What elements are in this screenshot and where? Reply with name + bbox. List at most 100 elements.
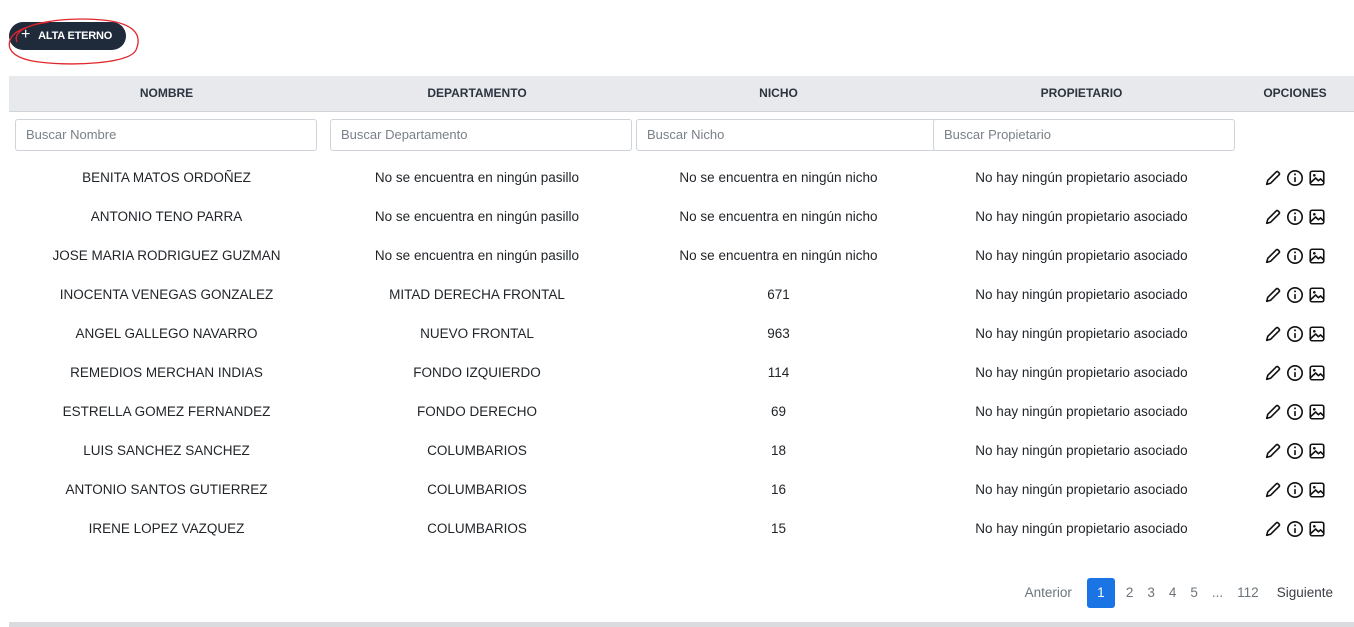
info-icon[interactable] xyxy=(1286,442,1304,460)
cell-nombre: ANGEL GALLEGO NAVARRO xyxy=(75,326,258,341)
info-icon[interactable] xyxy=(1286,247,1304,265)
plus-icon: + xyxy=(21,26,31,43)
cell-nombre: ESTRELLA GOMEZ FERNANDEZ xyxy=(62,404,271,419)
horizontal-scrollbar[interactable] xyxy=(9,622,1354,627)
pencil-icon[interactable] xyxy=(1264,520,1282,538)
cell-propietario: No hay ningún propietario asociado xyxy=(975,248,1188,263)
image-icon[interactable] xyxy=(1308,481,1326,499)
cell-nombre: ANTONIO TENO PARRA xyxy=(90,209,243,224)
cell-nombre: INOCENTA VENEGAS GONZALEZ xyxy=(59,287,274,302)
cell-nombre: JOSE MARIA RODRIGUEZ GUZMAN xyxy=(52,248,281,263)
table-row: JOSE MARIA RODRIGUEZ GUZMAN No se encuent… xyxy=(9,236,1354,275)
cell-opciones xyxy=(1236,275,1354,314)
table-row: IRENE LOPEZ VAZQUEZ COLUMBARIOS 15 No hay n… xyxy=(9,509,1354,548)
cell-nicho: 671 xyxy=(767,287,790,302)
pagination-page-3[interactable]: 3 xyxy=(1140,578,1162,608)
info-icon[interactable] xyxy=(1286,481,1304,499)
pagination-ellipsis: ... xyxy=(1211,585,1224,600)
row-actions xyxy=(1236,364,1354,382)
pagination-page-4[interactable]: 4 xyxy=(1162,578,1184,608)
pagination-page-1[interactable]: 1 xyxy=(1086,578,1115,608)
cell-departamento: MITAD DERECHA FRONTAL xyxy=(389,287,565,302)
image-icon[interactable] xyxy=(1308,286,1326,304)
image-icon[interactable] xyxy=(1308,442,1326,460)
image-icon[interactable] xyxy=(1308,169,1326,187)
info-icon[interactable] xyxy=(1286,208,1304,226)
cell-opciones xyxy=(1236,197,1354,236)
cell-opciones xyxy=(1236,392,1354,431)
cell-opciones xyxy=(1236,314,1354,353)
alta-eterno-button[interactable]: + ALTA ETERNO xyxy=(9,22,127,50)
cell-nombre: REMEDIOS MERCHAN INDIAS xyxy=(70,365,263,380)
image-icon[interactable] xyxy=(1308,247,1326,265)
row-actions xyxy=(1236,481,1354,499)
cell-nicho: 15 xyxy=(770,521,787,536)
table-row: INOCENTA VENEGAS GONZALEZ MITAD DERECHA F… xyxy=(9,275,1354,314)
column-header-nombre[interactable]: NOMBRE xyxy=(9,76,324,112)
search-nombre-input[interactable] xyxy=(15,118,317,151)
info-icon[interactable] xyxy=(1286,169,1304,187)
info-icon[interactable] xyxy=(1286,325,1304,343)
row-actions xyxy=(1236,169,1354,187)
pencil-icon[interactable] xyxy=(1264,247,1282,265)
image-icon[interactable] xyxy=(1308,325,1326,343)
cell-propietario: No hay ningún propietario asociado xyxy=(975,521,1188,536)
alta-eterno-label: ALTA ETERNO xyxy=(38,30,113,42)
cell-departamento: FONDO IZQUIERDO xyxy=(413,365,541,380)
column-header-nicho[interactable]: NICHO xyxy=(630,76,927,112)
cell-nombre: LUIS SANCHEZ SANCHEZ xyxy=(83,443,250,458)
column-header-opciones: OPCIONES xyxy=(1236,76,1354,112)
pagination-page-2[interactable]: 2 xyxy=(1119,578,1141,608)
pencil-icon[interactable] xyxy=(1264,403,1282,421)
cell-nicho: No se encuentra en ningún nicho xyxy=(679,209,878,224)
table-row: ANGEL GALLEGO NAVARRO NUEVO FRONTAL 963 No … xyxy=(9,314,1354,353)
pencil-icon[interactable] xyxy=(1264,286,1282,304)
search-nicho-input[interactable] xyxy=(636,118,938,151)
table-header-row: NOMBRE DEPARTAMENTO NICHO PROPIETARIO OP… xyxy=(9,76,1354,112)
image-icon[interactable] xyxy=(1308,208,1326,226)
image-icon[interactable] xyxy=(1308,403,1326,421)
cell-opciones xyxy=(1236,236,1354,275)
pencil-icon[interactable] xyxy=(1264,364,1282,382)
table-row: ANTONIO SANTOS GUTIERREZ COLUMBARIOS 16 No … xyxy=(9,470,1354,509)
row-actions xyxy=(1236,442,1354,460)
pagination: Anterior 1 2 3 4 5 ... 112 Siguiente xyxy=(1018,578,1340,608)
info-icon[interactable] xyxy=(1286,403,1304,421)
eternos-table: NOMBRE DEPARTAMENTO NICHO PROPIETARIO OP… xyxy=(9,76,1354,548)
row-actions xyxy=(1236,247,1354,265)
cell-propietario: No hay ningún propietario asociado xyxy=(975,209,1188,224)
search-propietario-input[interactable] xyxy=(933,118,1235,151)
filter-row xyxy=(9,111,1354,158)
cell-propietario: No hay ningún propietario asociado xyxy=(975,170,1188,185)
column-header-propietario[interactable]: PROPIETARIO xyxy=(927,76,1236,112)
cell-propietario: No hay ningún propietario asociado xyxy=(975,287,1188,302)
image-icon[interactable] xyxy=(1308,520,1326,538)
pagination-page-112[interactable]: 112 xyxy=(1230,578,1266,608)
pagination-prev[interactable]: Anterior xyxy=(1018,578,1079,608)
cell-propietario: No hay ningún propietario asociado xyxy=(975,404,1188,419)
eternos-table-container: NOMBRE DEPARTAMENTO NICHO PROPIETARIO OP… xyxy=(9,76,1354,548)
cell-propietario: No hay ningún propietario asociado xyxy=(975,482,1188,497)
column-header-departamento[interactable]: DEPARTAMENTO xyxy=(324,76,630,112)
pagination-next[interactable]: Siguiente xyxy=(1270,578,1340,608)
info-icon[interactable] xyxy=(1286,520,1304,538)
cell-departamento: COLUMBARIOS xyxy=(427,521,527,536)
table-row: BENITA MATOS ORDOÑEZ No se encuentra en n… xyxy=(9,158,1354,197)
info-icon[interactable] xyxy=(1286,286,1304,304)
pencil-icon[interactable] xyxy=(1264,208,1282,226)
cell-opciones xyxy=(1236,431,1354,470)
pencil-icon[interactable] xyxy=(1264,481,1282,499)
image-icon[interactable] xyxy=(1308,364,1326,382)
cell-nicho: 963 xyxy=(767,326,790,341)
info-icon[interactable] xyxy=(1286,364,1304,382)
pagination-page-5[interactable]: 5 xyxy=(1183,578,1205,608)
pencil-icon[interactable] xyxy=(1264,442,1282,460)
row-actions xyxy=(1236,286,1354,304)
cell-opciones xyxy=(1236,470,1354,509)
pencil-icon[interactable] xyxy=(1264,325,1282,343)
search-departamento-input[interactable] xyxy=(330,118,632,151)
table-row: REMEDIOS MERCHAN INDIAS FONDO IZQUIERDO 11… xyxy=(9,353,1354,392)
cell-opciones xyxy=(1236,353,1354,392)
pencil-icon[interactable] xyxy=(1264,169,1282,187)
cell-nicho: 69 xyxy=(770,404,787,419)
